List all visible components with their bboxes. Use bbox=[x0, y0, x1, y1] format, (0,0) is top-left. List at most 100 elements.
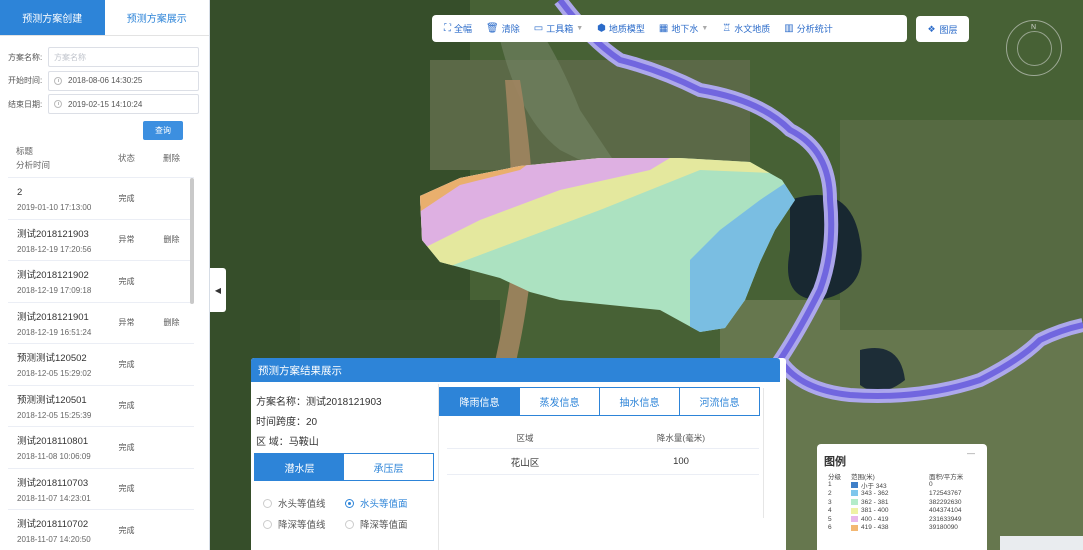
table-row[interactable]: 预测测试120501 2018-12-05 15:25:39 完成 bbox=[8, 386, 194, 427]
info-tabs: 降雨信息 蒸发信息 抽水信息 河流信息 bbox=[439, 387, 760, 416]
geo-model-button[interactable]: ⬢ 地质模型 bbox=[597, 22, 645, 35]
search-form: 方案名称: 方案名称 开始时间: 2018-08-06 14:30:25 结束日… bbox=[0, 36, 209, 140]
grid-icon: ▦ bbox=[658, 23, 669, 34]
rainfall-table: 区域 降水量(毫米) 花山区 100 bbox=[447, 428, 759, 475]
radio-circle bbox=[263, 519, 272, 529]
row-name: 测试2018121901 bbox=[17, 311, 89, 323]
legend-panel: 图例 — 分级 范围(米) 面积/平方米 1 小于 343 0 2 343 - … bbox=[817, 444, 987, 550]
tab-rainfall[interactable]: 降雨信息 bbox=[440, 388, 519, 415]
legend-area: 172543767 bbox=[929, 489, 962, 497]
layers-label: 图层 bbox=[939, 24, 958, 35]
row-status: 完成 bbox=[118, 401, 135, 411]
start-time-input[interactable]: 2018-08-06 14:30:25 bbox=[48, 70, 199, 91]
radio-drawdown-contour[interactable]: 降深等值线 bbox=[263, 517, 345, 531]
legend-swatch bbox=[851, 490, 858, 497]
radio-head-contour[interactable]: 水头等值线 bbox=[263, 496, 345, 510]
legend-row: 5 400 - 419 231633949 bbox=[824, 515, 984, 524]
row-delete-button[interactable] bbox=[149, 344, 194, 385]
scheme-name-text: 方案名称：测试2018121903 bbox=[256, 397, 382, 408]
full-extent-button[interactable]: ⛶ 全幅 bbox=[444, 22, 472, 35]
legend-area: 404374104 bbox=[929, 507, 962, 515]
table-row[interactable]: 测试2018110702 2018-11-07 14:20:50 完成 bbox=[8, 510, 194, 550]
basemap-switcher[interactable] bbox=[1000, 536, 1083, 550]
scheme-name-label: 方案名称: bbox=[8, 52, 43, 62]
table-row[interactable]: 测试2018121903 2018-12-19 17:20:56 异常 删除 bbox=[8, 220, 194, 261]
fullscreen-icon: ⛶ bbox=[444, 23, 451, 34]
time-span-text: 时间跨度：20 bbox=[256, 417, 318, 428]
row-status: 完成 bbox=[118, 484, 135, 494]
table-row[interactable]: 测试2018110801 2018-11-08 10:06:09 完成 bbox=[8, 427, 194, 469]
toolbox-icon: ▭ bbox=[533, 23, 544, 34]
groundwater-label: 地下水 bbox=[671, 24, 699, 34]
row-delete-button[interactable]: 删除 bbox=[149, 303, 194, 344]
tab-confined-layer[interactable]: 承压层 bbox=[344, 454, 433, 480]
tab-river[interactable]: 河流信息 bbox=[679, 388, 759, 415]
row-status: 完成 bbox=[118, 276, 135, 286]
clear-label: 清除 bbox=[501, 24, 520, 34]
row-delete-button[interactable]: 删除 bbox=[149, 220, 194, 261]
table-scrollbar[interactable] bbox=[190, 178, 194, 304]
legend-area: 0 bbox=[929, 481, 933, 489]
row-delete-button[interactable] bbox=[149, 386, 194, 427]
scheme-info: 方案名称：测试2018121903 时间跨度：20 区 域：马鞍山 bbox=[256, 393, 382, 453]
row-status: 异常 bbox=[118, 318, 135, 328]
radio-drawdown-surface[interactable]: 降深等值面 bbox=[345, 517, 427, 531]
radio-circle-checked bbox=[345, 498, 354, 508]
cell-region: 花山区 bbox=[510, 457, 540, 469]
table-row[interactable]: 测试2018121901 2018-12-19 16:51:24 异常 删除 bbox=[8, 303, 194, 344]
legend-row: 2 343 - 362 172543767 bbox=[824, 489, 984, 498]
header-title: 标题 bbox=[16, 146, 34, 156]
query-button[interactable]: 查询 bbox=[143, 120, 183, 140]
scheme-name-input[interactable]: 方案名称 bbox=[48, 47, 199, 67]
row-status: 完成 bbox=[118, 442, 135, 452]
table-row[interactable]: 预测测试120502 2018-12-05 15:29:02 完成 bbox=[8, 344, 194, 386]
collapse-panel-button[interactable]: ◀ bbox=[210, 268, 226, 312]
table-row[interactable]: 2 2019-01-10 17:13:00 完成 bbox=[8, 178, 194, 220]
full-extent-label: 全幅 bbox=[454, 24, 473, 34]
legend-range: 362 - 381 bbox=[861, 498, 889, 506]
legend-area: 231633949 bbox=[929, 515, 962, 523]
legend-level: 1 bbox=[828, 481, 832, 489]
legend-level: 3 bbox=[828, 498, 832, 506]
radio-head-surface[interactable]: 水头等值面 bbox=[345, 496, 427, 510]
row-time: 2018-11-07 14:20:50 bbox=[17, 535, 91, 544]
legend-table: 分级 范围(米) 面积/平方米 1 小于 343 0 2 343 - 362 1… bbox=[824, 472, 984, 532]
hydro-geo-label: 水文地质 bbox=[734, 24, 771, 34]
table-row: 花山区 100 bbox=[447, 449, 759, 475]
end-date-input[interactable]: 2019-02-15 14:10:24 bbox=[48, 94, 199, 114]
clear-button[interactable]: 🗑 清除 bbox=[486, 22, 520, 35]
tab-phreatic-layer[interactable]: 潜水层 bbox=[255, 454, 344, 480]
tab-show-scheme[interactable]: 预测方案展示 bbox=[104, 0, 209, 36]
legend-range: 小于 343 bbox=[861, 482, 887, 490]
cell-precipitation: 100 bbox=[673, 456, 689, 467]
table-row[interactable]: 测试2018121902 2018-12-19 17:09:18 完成 bbox=[8, 261, 194, 303]
groundwater-dropdown[interactable]: ▦ 地下水 ▼ bbox=[659, 22, 708, 35]
row-delete-button[interactable] bbox=[149, 469, 194, 510]
radio-circle bbox=[345, 519, 354, 529]
row-delete-button[interactable] bbox=[149, 427, 194, 468]
legend-swatch bbox=[851, 524, 858, 531]
tab-evaporation[interactable]: 蒸发信息 bbox=[519, 388, 599, 415]
row-status: 异常 bbox=[118, 235, 135, 245]
tab-pumping[interactable]: 抽水信息 bbox=[599, 388, 679, 415]
row-time: 2019-01-10 17:13:00 bbox=[17, 203, 92, 212]
radio-label: 水头等值面 bbox=[360, 499, 408, 510]
minimize-icon[interactable]: — bbox=[967, 449, 975, 458]
table-row[interactable]: 测试2018110703 2018-11-07 14:23:01 完成 bbox=[8, 469, 194, 510]
row-delete-button[interactable] bbox=[149, 178, 194, 219]
rainfall-table-header: 区域 降水量(毫米) bbox=[447, 428, 759, 449]
tab-create-scheme[interactable]: 预测方案创建 bbox=[0, 0, 105, 36]
display-options: 水头等值线 水头等值面 降深等值线 降深等值面 bbox=[263, 496, 431, 538]
legend-swatch bbox=[851, 481, 858, 488]
row-name: 测试2018121902 bbox=[17, 270, 89, 281]
toolbox-dropdown[interactable]: ▭ 工具箱 ▼ bbox=[534, 22, 583, 35]
row-delete-button[interactable] bbox=[149, 510, 194, 550]
result-panel-title: 预测方案结果展示 bbox=[251, 358, 780, 382]
row-time: 2018-11-08 10:06:09 bbox=[17, 452, 91, 461]
layers-button[interactable]: ❖ 图层 bbox=[916, 16, 969, 42]
hydro-geo-button[interactable]: ♖ 水文地质 bbox=[722, 22, 770, 35]
legend-row: 4 381 - 400 404374104 bbox=[824, 506, 984, 515]
row-time: 2018-11-07 14:23:01 bbox=[17, 493, 91, 503]
analysis-button[interactable]: ▥ 分析统计 bbox=[784, 22, 832, 35]
row-delete-button[interactable] bbox=[149, 261, 194, 302]
